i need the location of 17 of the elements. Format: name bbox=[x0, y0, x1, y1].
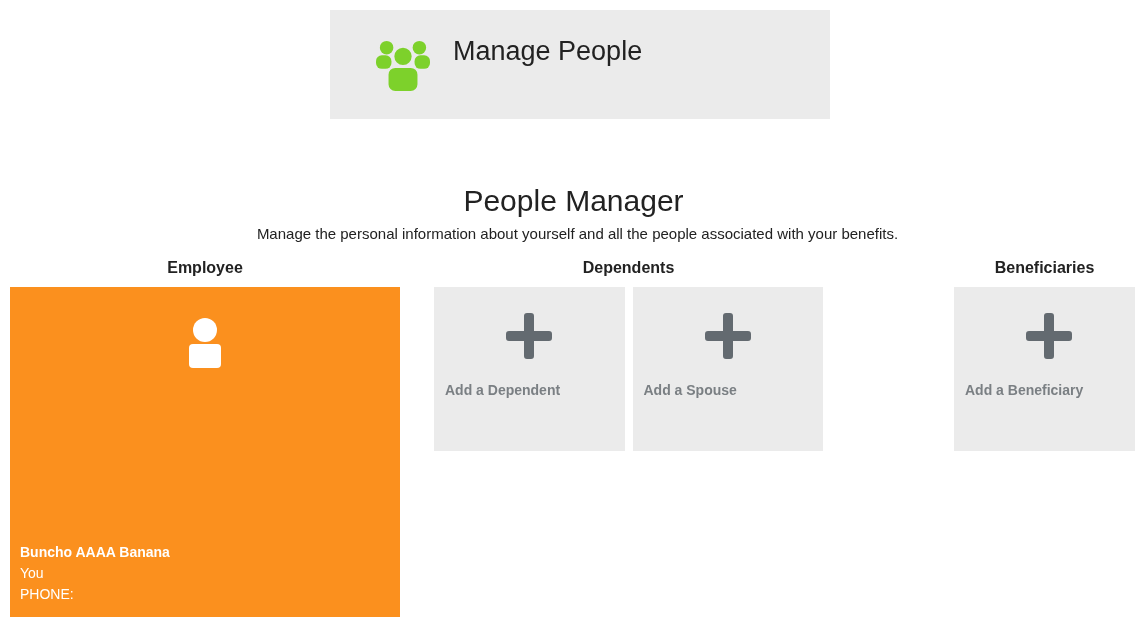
employee-relation: You bbox=[20, 564, 45, 583]
add-tile[interactable]: Add a Beneficiary bbox=[954, 287, 1135, 451]
section-heading: Employee bbox=[166, 258, 244, 278]
people-icon bbox=[375, 38, 431, 92]
plus-icon bbox=[506, 313, 552, 359]
add-tile[interactable]: Add a Dependent bbox=[434, 287, 625, 451]
plus-icon bbox=[704, 313, 751, 359]
employee-phone: PHONE: bbox=[20, 585, 75, 604]
add-tile[interactable]: Add a Spouse bbox=[632, 287, 823, 451]
page-subtitle: Manage the personal information about yourself and all the people associated with your benefits. bbox=[255, 225, 900, 243]
page-title: People Manager bbox=[462, 183, 685, 219]
employee-name: Buncho AAAA Banana bbox=[20, 543, 171, 562]
employee-card[interactable]: Buncho AAAA Banana You PHONE: bbox=[10, 287, 400, 617]
plus-icon bbox=[1026, 313, 1072, 359]
header-title: Manage People bbox=[453, 36, 643, 67]
section-heading: Beneficiaries bbox=[993, 258, 1096, 278]
section-heading: Dependents bbox=[581, 258, 676, 278]
